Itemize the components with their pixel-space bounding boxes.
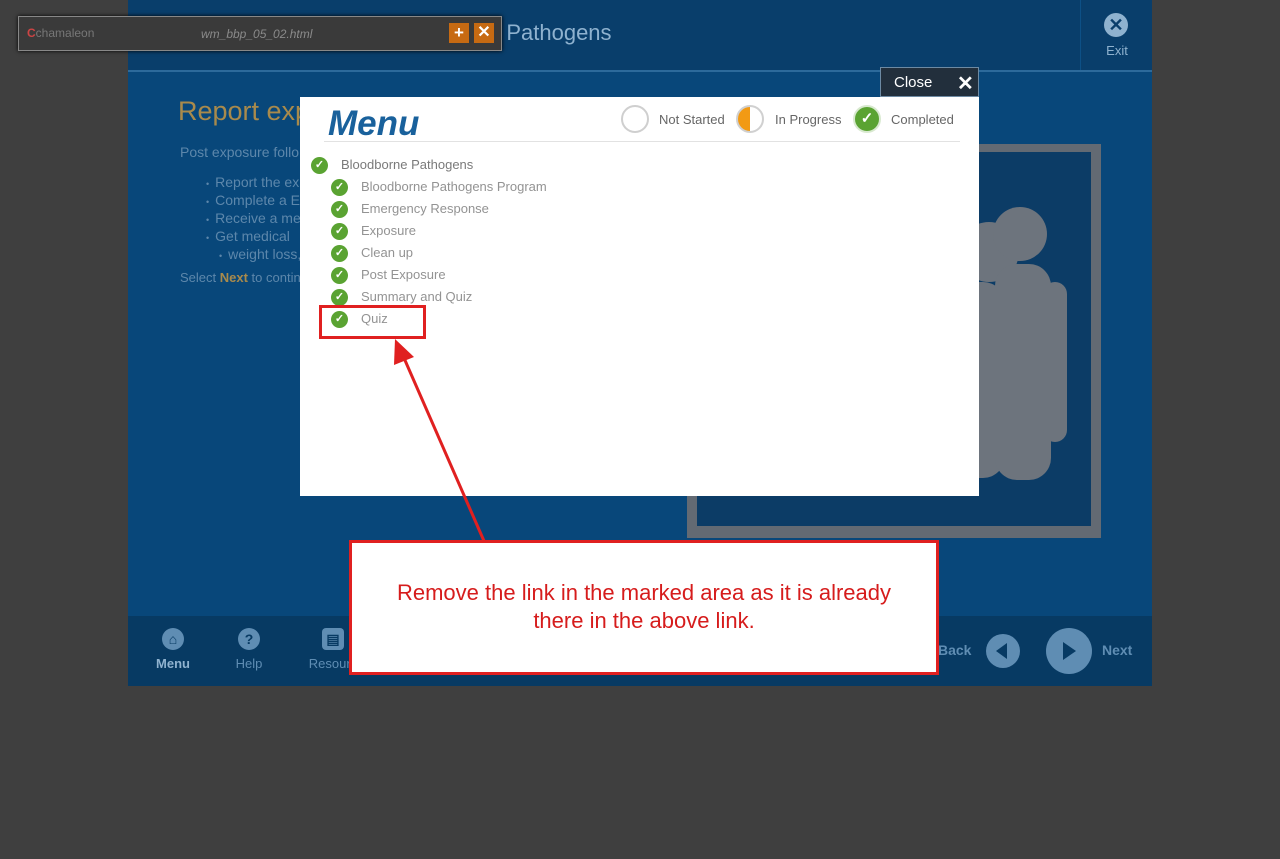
bullet-item: Receive a me bbox=[206, 210, 312, 228]
menu-item-emergency-response[interactable]: Emergency Response bbox=[361, 201, 489, 216]
instruction-prefix: Select bbox=[180, 270, 220, 285]
person-head bbox=[993, 207, 1047, 261]
course-title: e Pathogens bbox=[488, 20, 612, 45]
toolbar-close-button[interactable]: ✕ bbox=[474, 23, 494, 43]
back-button[interactable] bbox=[986, 634, 1020, 668]
file-name: wm_bbp_05_02.html bbox=[201, 27, 313, 41]
menu-section-bloodborne-pathogens[interactable]: Bloodborne Pathogens bbox=[341, 157, 473, 172]
callout-text: Remove the link in the marked area as it… bbox=[396, 580, 891, 633]
bullet-item: Get medical bbox=[206, 228, 312, 246]
menu-close-button[interactable]: Close ✕ bbox=[880, 67, 979, 97]
close-label: Close bbox=[894, 74, 933, 91]
instruction-suffix: to contin bbox=[247, 270, 301, 285]
legend-in-progress: In Progress bbox=[775, 112, 842, 127]
chamaleon-logo: Cchamaleon bbox=[27, 26, 94, 40]
logo-mark-icon: C bbox=[27, 26, 36, 40]
completed-check-icon: ✓ bbox=[331, 245, 348, 262]
completed-check-icon: ✓ bbox=[331, 267, 348, 284]
close-circle-icon: ✕ bbox=[1104, 13, 1128, 37]
next-label[interactable]: Next bbox=[1102, 642, 1132, 658]
completed-check-icon: ✓ bbox=[331, 201, 348, 218]
menu-title: Menu bbox=[328, 104, 420, 143]
completed-check-icon: ✓ bbox=[311, 157, 328, 174]
add-button[interactable]: + bbox=[449, 23, 469, 43]
annotation-callout: Remove the link in the marked area as it… bbox=[349, 540, 939, 675]
legend-not-started: Not Started bbox=[659, 112, 725, 127]
footer-help-label: Help bbox=[235, 656, 263, 671]
menu-item-post-exposure[interactable]: Post Exposure bbox=[361, 267, 446, 282]
menu-divider bbox=[324, 141, 960, 142]
next-arrow-icon bbox=[1063, 642, 1076, 660]
authoring-toolbar[interactable]: Cchamaleon wm_bbp_05_02.html + ✕ bbox=[18, 16, 502, 51]
help-icon: ? bbox=[238, 628, 260, 650]
instruction-next-word: Next bbox=[219, 270, 248, 285]
page-bullet-list: Report the ex Complete a E Receive a me … bbox=[206, 174, 312, 264]
completed-check-icon: ✓ bbox=[331, 223, 348, 240]
person-arm bbox=[1043, 282, 1067, 442]
bullet-item: Complete a E bbox=[206, 192, 312, 210]
footer-help-button[interactable]: ? Help bbox=[224, 616, 274, 686]
menu-item-clean-up[interactable]: Clean up bbox=[361, 245, 413, 260]
exit-button[interactable]: ✕ Exit bbox=[1080, 0, 1153, 70]
next-button[interactable] bbox=[1046, 628, 1092, 674]
legend-completed: Completed bbox=[891, 112, 954, 127]
resources-icon: ▤ bbox=[322, 628, 344, 650]
footer-menu-button[interactable]: ⌂ Menu bbox=[148, 616, 198, 686]
next-instruction: Select Next to contin bbox=[180, 270, 301, 285]
menu-item-summary-and-quiz[interactable]: Summary and Quiz bbox=[361, 289, 472, 304]
page-heading: Report exp bbox=[178, 96, 311, 126]
back-label[interactable]: Back bbox=[938, 642, 971, 658]
logo-text: chamaleon bbox=[35, 26, 95, 40]
back-arrow-icon bbox=[996, 643, 1007, 659]
completed-check-icon: ✓ bbox=[331, 179, 348, 196]
menu-popup: Menu Not Started In Progress ✓ Completed… bbox=[300, 97, 979, 496]
completed-icon: ✓ bbox=[853, 105, 881, 133]
bullet-item: weight loss, c bbox=[206, 246, 312, 264]
close-icon: ✕ bbox=[957, 73, 974, 95]
not-started-icon bbox=[621, 105, 649, 133]
bullet-item: Report the ex bbox=[206, 174, 312, 192]
in-progress-icon bbox=[736, 105, 764, 133]
menu-item-program[interactable]: Bloodborne Pathogens Program bbox=[361, 179, 547, 194]
page-intro: Post exposure follo bbox=[180, 144, 300, 160]
exit-label: Exit bbox=[1106, 43, 1128, 58]
menu-item-exposure[interactable]: Exposure bbox=[361, 223, 416, 238]
footer-menu-label: Menu bbox=[156, 656, 190, 671]
completed-check-icon: ✓ bbox=[331, 289, 348, 306]
home-icon: ⌂ bbox=[162, 628, 184, 650]
highlight-rectangle bbox=[319, 305, 426, 339]
